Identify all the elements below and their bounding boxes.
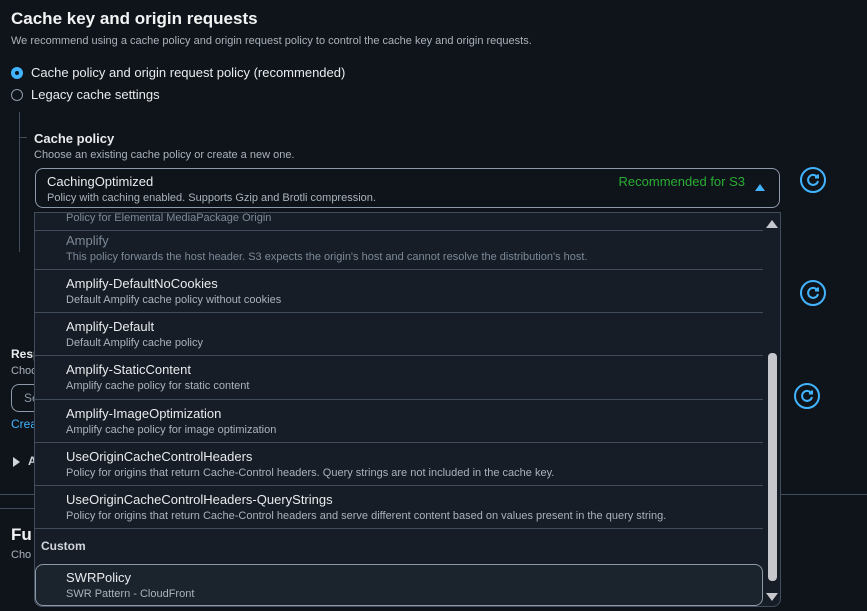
selected-value: CachingOptimized	[47, 174, 154, 189]
function-associations-title: Fu	[11, 525, 32, 544]
section-title: Cache key and origin requests	[11, 9, 258, 28]
selected-description: Policy with caching enabled. Supports Gz…	[47, 192, 376, 204]
radio-selected-icon[interactable]	[11, 66, 23, 79]
item-description: SWR Pattern - CloudFront	[66, 588, 195, 600]
radio-label: Legacy cache settings	[31, 87, 160, 102]
item-label: UseOriginCacheControlHeaders	[66, 449, 253, 464]
item-label: Amplify-StaticContent	[66, 362, 191, 377]
section-divider-2	[0, 508, 34, 509]
refresh-cache-policy-button[interactable]	[800, 167, 826, 193]
item-label: SWRPolicy	[66, 570, 132, 585]
cache-policy-description: Choose an existing cache policy or creat…	[34, 149, 295, 161]
cache-policy-label: Cache policy	[34, 131, 115, 146]
list-item-highlighted[interactable]: SWRPolicy SWR Pattern - CloudFront	[35, 564, 763, 606]
item-label: Amplify-DefaultNoCookies	[66, 276, 218, 291]
item-description: Policy for Elemental MediaPackage Origin	[66, 212, 272, 224]
radio-legacy-cache-settings[interactable]: Legacy cache settings	[11, 87, 160, 102]
item-label: UseOriginCacheControlHeaders-QueryString…	[66, 492, 333, 507]
function-associations-desc: Cho	[11, 549, 32, 561]
list-item[interactable]: UseOriginCacheControlHeaders-QueryString…	[35, 486, 763, 529]
caret-up-icon[interactable]	[755, 184, 765, 191]
item-description: Default Amplify cache policy	[66, 337, 203, 349]
radio-cache-policy-recommended[interactable]: Cache policy and origin request policy (…	[11, 65, 345, 80]
tree-line	[19, 112, 20, 252]
item-label: Amplify	[66, 233, 109, 248]
list-item: Amplify This policy forwards the host he…	[35, 227, 763, 270]
group-header-custom: Custom	[41, 539, 86, 553]
item-label: Amplify-Default	[66, 319, 155, 334]
tree-branch	[19, 137, 27, 138]
scroll-down-icon[interactable]	[766, 593, 778, 601]
list-item[interactable]: Amplify-Default Default Amplify cache po…	[35, 313, 763, 356]
section-description: We recommend using a cache policy and or…	[11, 35, 532, 47]
list-item[interactable]: Amplify-DefaultNoCookies Default Amplify…	[35, 270, 763, 313]
item-description: Amplify cache policy for static content	[66, 380, 250, 392]
refresh-icon	[801, 389, 813, 402]
refresh-icon	[807, 173, 819, 186]
item-description: Amplify cache policy for image optimizat…	[66, 424, 277, 436]
expand-caret-icon[interactable]	[13, 457, 20, 467]
radio-unselected-icon[interactable]	[11, 88, 23, 101]
item-description: Default Amplify cache policy without coo…	[66, 294, 282, 306]
recommended-badge: Recommended for S3	[618, 174, 745, 189]
scrollbar-thumb[interactable]	[768, 353, 777, 581]
list-item[interactable]: Amplify-StaticContent Amplify cache poli…	[35, 356, 763, 400]
cache-policy-select[interactable]: CachingOptimized Policy with caching ena…	[35, 168, 780, 208]
refresh-response-headers-button[interactable]	[794, 383, 820, 409]
refresh-icon	[807, 286, 819, 299]
radio-label: Cache policy and origin request policy (…	[31, 65, 346, 80]
cache-policy-dropdown[interactable]: Policy for Elemental MediaPackage Origin…	[34, 212, 781, 607]
item-description: Policy for origins that return Cache-Con…	[66, 467, 555, 479]
item-description: Policy for origins that return Cache-Con…	[66, 510, 667, 522]
item-description: This policy forwards the host header. S3…	[66, 251, 588, 263]
item-label: Amplify-ImageOptimization	[66, 406, 222, 421]
refresh-origin-request-button[interactable]	[800, 280, 826, 306]
list-item[interactable]: Amplify-ImageOptimization Amplify cache …	[35, 400, 763, 443]
list-item[interactable]: UseOriginCacheControlHeaders Policy for …	[35, 443, 763, 486]
scroll-up-icon[interactable]	[766, 220, 778, 228]
